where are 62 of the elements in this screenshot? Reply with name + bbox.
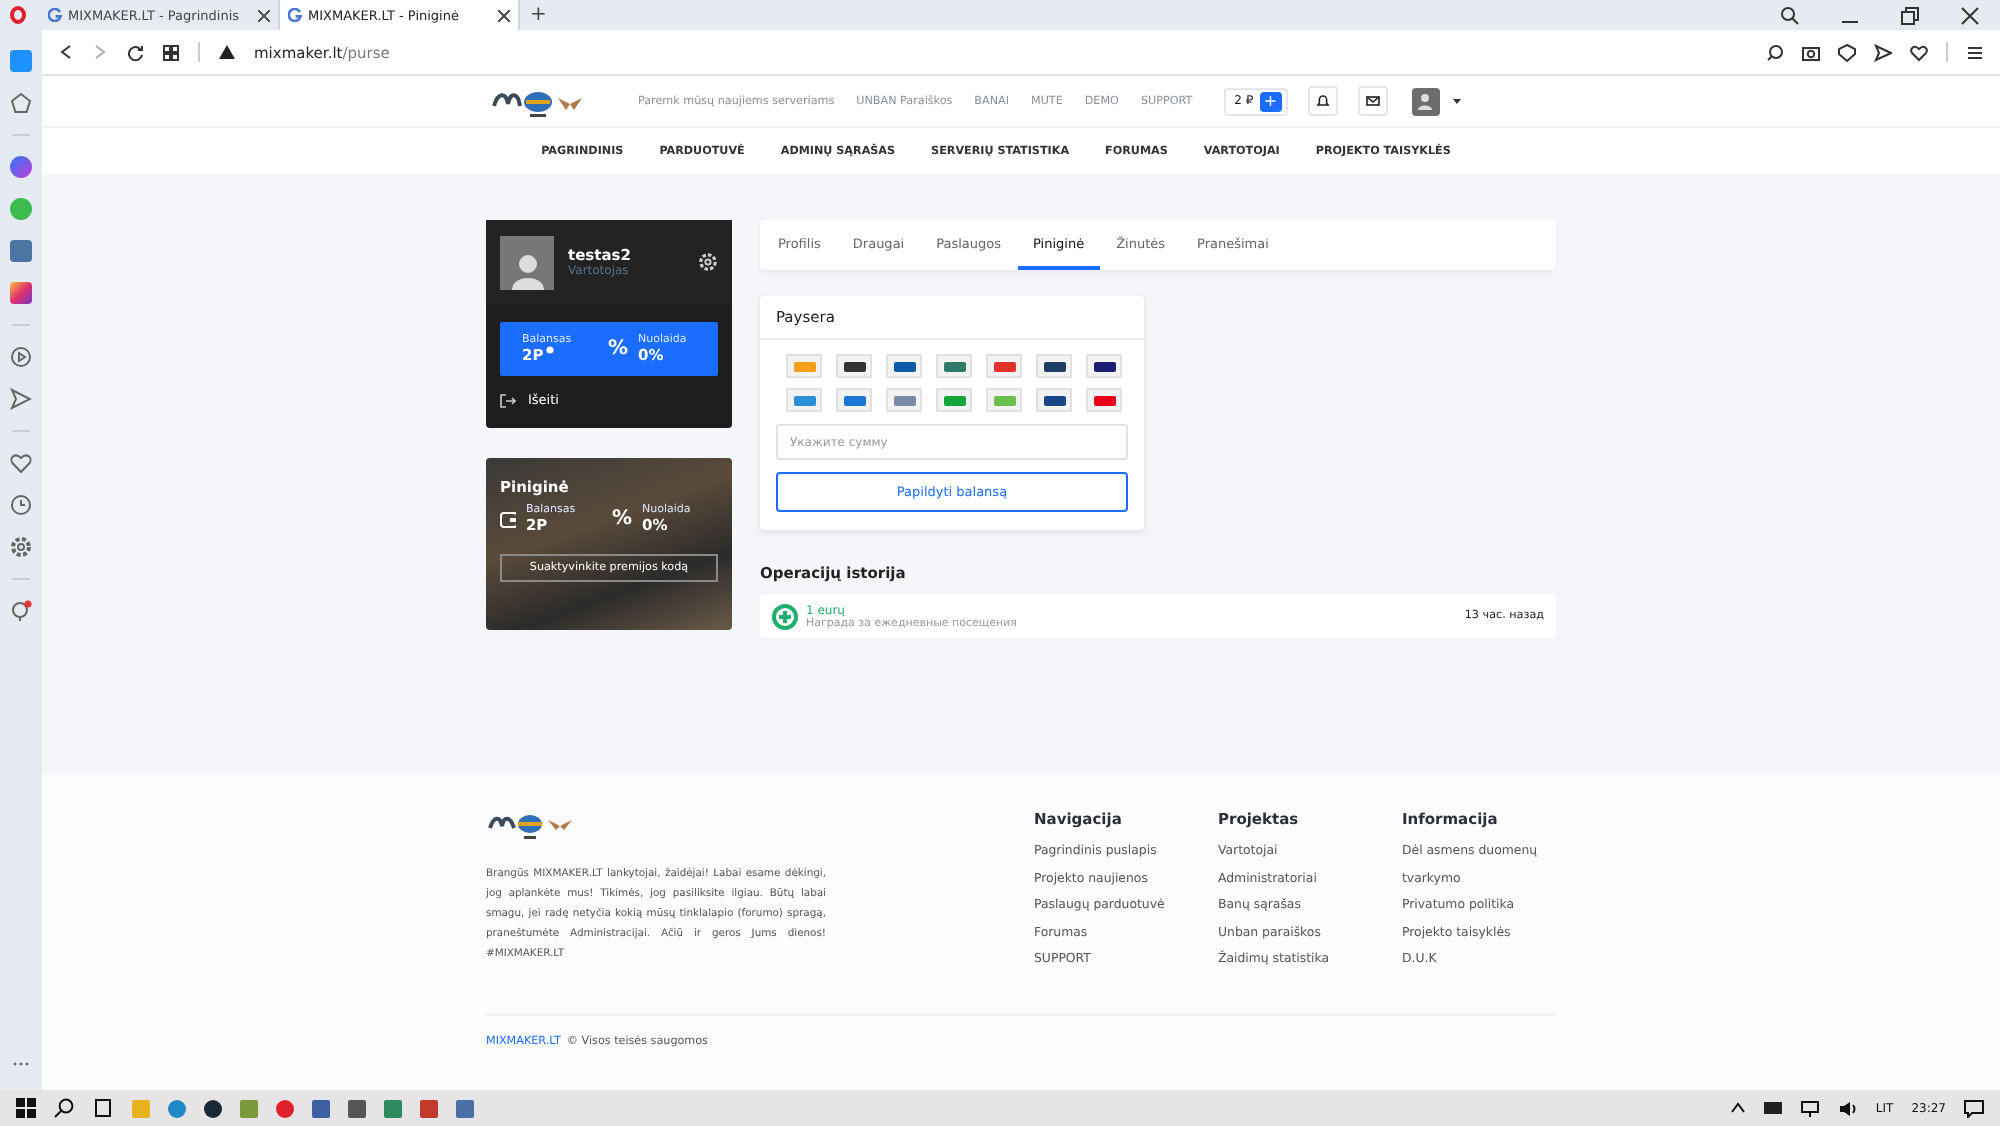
- star-icon[interactable]: [10, 92, 32, 114]
- user-avatar[interactable]: [1411, 87, 1440, 115]
- mail-icon: [1365, 94, 1380, 108]
- payment-method-icon[interactable]: [1036, 388, 1072, 412]
- site-icon: [288, 8, 302, 22]
- new-tab-button[interactable]: +: [520, 4, 557, 26]
- caret-icon[interactable]: [1729, 1102, 1746, 1114]
- lightbulb-icon[interactable]: [10, 600, 32, 622]
- user-silhouette-icon: [511, 253, 543, 289]
- add-funds-button[interactable]: +: [1259, 91, 1282, 111]
- grid-icon[interactable]: [162, 43, 180, 61]
- close-icon[interactable]: [258, 9, 270, 21]
- payment-method-icon[interactable]: [1086, 354, 1122, 378]
- menu-icon[interactable]: [1966, 43, 1984, 61]
- wallet-icon: [500, 511, 516, 527]
- send-icon[interactable]: [1874, 43, 1892, 61]
- percent-sign: %: [611, 508, 632, 530]
- payment-method-icon[interactable]: [886, 354, 922, 378]
- vk-icon[interactable]: [10, 240, 32, 262]
- game-launcher-icon[interactable]: [204, 1099, 222, 1117]
- clock-icon[interactable]: [10, 494, 32, 516]
- messenger-icon[interactable]: [10, 156, 32, 178]
- search-icon[interactable]: [54, 1098, 74, 1118]
- back-icon[interactable]: [58, 44, 74, 60]
- heart-icon[interactable]: [1910, 43, 1928, 61]
- close-icon[interactable]: [1960, 5, 1980, 25]
- task-view-icon[interactable]: [92, 1098, 114, 1118]
- exit-icon: [500, 393, 516, 407]
- plus-circle-icon: [772, 603, 798, 629]
- browser-icon[interactable]: [168, 1099, 186, 1117]
- notifications-button[interactable]: [1307, 86, 1338, 116]
- site-logo-icon[interactable]: [486, 810, 574, 840]
- opera-icon[interactable]: [276, 1099, 294, 1117]
- network-icon[interactable]: [1799, 1099, 1820, 1117]
- search-icon[interactable]: [1780, 5, 1800, 25]
- restore-icon[interactable]: [1900, 5, 1920, 25]
- zoom-icon[interactable]: [1766, 43, 1784, 61]
- game-icon[interactable]: [348, 1099, 366, 1117]
- payment-method-icon[interactable]: [1036, 354, 1072, 378]
- close-icon[interactable]: [498, 9, 510, 21]
- windows-start-icon[interactable]: [16, 1098, 36, 1118]
- tray-icon[interactable]: [1763, 1102, 1782, 1114]
- site-icon: [48, 8, 62, 22]
- python-icon[interactable]: [312, 1099, 330, 1117]
- settings-icon[interactable]: [10, 536, 32, 558]
- opera-logo-icon[interactable]: [10, 6, 26, 24]
- shield-icon[interactable]: [1838, 43, 1856, 61]
- payment-method-icon[interactable]: [836, 354, 872, 378]
- editor-icon[interactable]: [456, 1099, 474, 1117]
- caret-icon[interactable]: [1451, 97, 1462, 105]
- user-silhouette-icon: [1416, 92, 1435, 110]
- speaker-icon[interactable]: [1837, 1099, 1858, 1117]
- warning-icon[interactable]: [218, 44, 236, 60]
- play-icon[interactable]: [10, 346, 32, 368]
- percent-sign: %: [608, 338, 629, 360]
- notepad-icon[interactable]: [240, 1099, 258, 1117]
- bell-icon: [1315, 94, 1330, 108]
- camera-icon[interactable]: [1802, 43, 1820, 61]
- reload-icon[interactable]: [126, 43, 144, 61]
- coin-icon: [545, 346, 554, 354]
- messages-button[interactable]: [1357, 86, 1388, 116]
- notification-icon[interactable]: [1964, 1099, 1984, 1117]
